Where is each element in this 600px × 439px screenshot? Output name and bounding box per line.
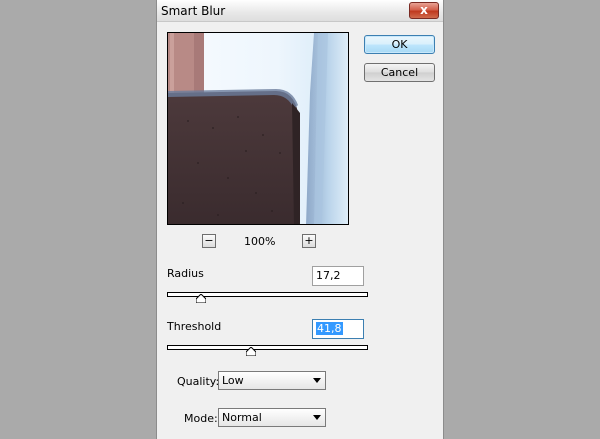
threshold-slider-thumb[interactable]: [246, 347, 257, 356]
cancel-button[interactable]: Cancel: [364, 63, 435, 82]
quality-select[interactable]: Low: [218, 371, 326, 390]
smart-blur-dialog: Smart Blur x − 100% + OK Cancel Radius 1…: [156, 0, 444, 439]
plus-icon: +: [304, 234, 314, 247]
close-button[interactable]: x: [409, 2, 439, 19]
chevron-down-icon: [313, 378, 321, 383]
chevron-down-icon: [313, 415, 321, 420]
threshold-input[interactable]: 41,8: [312, 319, 364, 339]
minus-icon: −: [204, 234, 214, 247]
ok-button[interactable]: OK: [364, 35, 435, 54]
mode-select[interactable]: Normal: [218, 408, 326, 427]
close-icon: x: [420, 3, 428, 17]
mode-label: Mode:: [184, 412, 218, 425]
threshold-slider[interactable]: [167, 345, 368, 350]
radius-input[interactable]: 17,2: [312, 266, 364, 286]
mode-selected: Normal: [222, 411, 262, 424]
quality-selected: Low: [222, 374, 244, 387]
preview-photo: [168, 33, 348, 224]
radius-value: 17,2: [316, 269, 341, 282]
quality-label: Quality:: [177, 375, 220, 388]
title-bar[interactable]: Smart Blur x: [157, 0, 443, 22]
zoom-out-button[interactable]: −: [202, 234, 216, 248]
zoom-level: 100%: [244, 235, 276, 248]
radius-label: Radius: [167, 267, 204, 280]
preview-image[interactable]: [167, 32, 349, 225]
threshold-label: Threshold: [167, 320, 222, 333]
threshold-value: 41,8: [316, 322, 343, 335]
dialog-title: Smart Blur: [161, 4, 226, 18]
zoom-in-button[interactable]: +: [302, 234, 316, 248]
radius-slider-thumb[interactable]: [196, 294, 207, 303]
